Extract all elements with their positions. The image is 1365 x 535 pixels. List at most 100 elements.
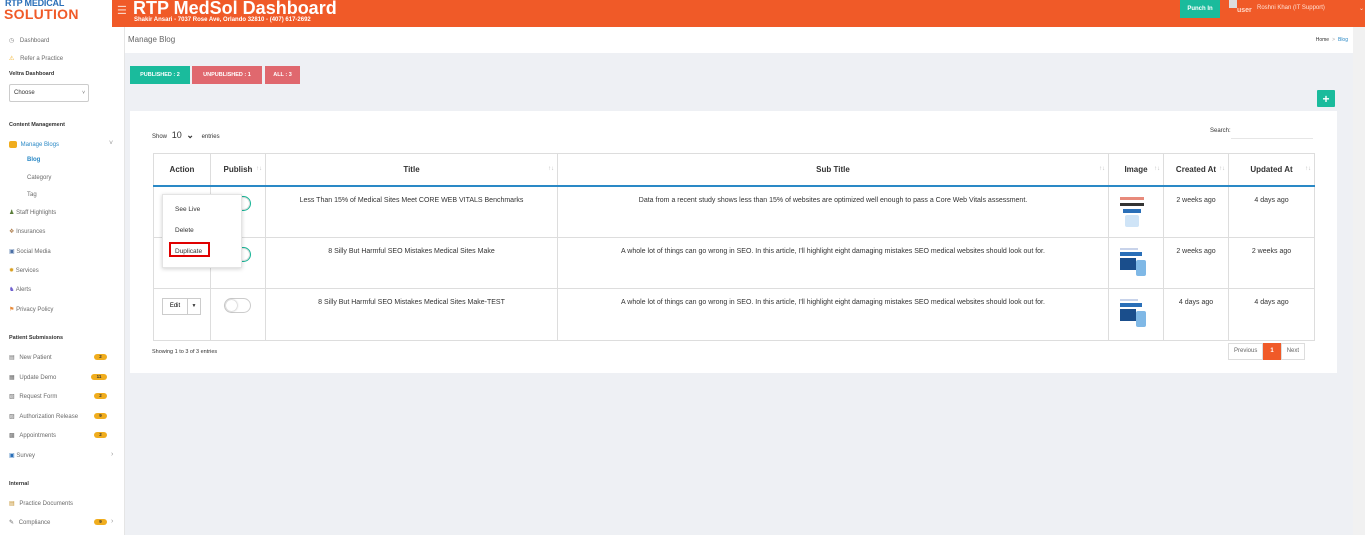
filter-unpublished-button[interactable]: UNPUBLISHED : 1 bbox=[192, 66, 262, 84]
column-header-subtitle[interactable]: Sub Title ↑↓ bbox=[557, 153, 1109, 187]
filter-published-button[interactable]: PUBLISHED : 2 bbox=[130, 66, 190, 84]
request-form-badge: 2 bbox=[94, 393, 107, 399]
image-cell bbox=[1108, 185, 1164, 238]
sidebar-heading-patient: Patient Submissions bbox=[9, 335, 64, 341]
publish-toggle[interactable] bbox=[224, 298, 251, 313]
sidebar-item-label: Compliance bbox=[18, 520, 51, 526]
blog-thumbnail[interactable] bbox=[1116, 246, 1148, 280]
sidebar-item-auth-release[interactable]: ▨ Authorization Release bbox=[9, 413, 78, 420]
staff-icon: ♟ bbox=[9, 210, 15, 216]
sidebar-item-tag[interactable]: Tag bbox=[27, 192, 37, 198]
social-media-icon: ▣ bbox=[9, 249, 15, 255]
sidebar-item-label: Practice Documents bbox=[19, 501, 74, 507]
blog-title: 8 Silly But Harmful SEO Mistakes Medical… bbox=[318, 299, 505, 306]
toggle-knob bbox=[226, 300, 237, 311]
compliance-badge: 9 bbox=[94, 519, 107, 525]
subtitle-cell: A whole lot of things can go wrong in SE… bbox=[557, 237, 1109, 289]
sidebar-item-compliance[interactable]: ✎ Compliance bbox=[9, 519, 50, 526]
breadcrumb-home[interactable]: Home bbox=[1316, 37, 1329, 43]
column-header-created[interactable]: Created At ↑↓ bbox=[1163, 153, 1229, 187]
document-icon: ▨ bbox=[9, 414, 15, 420]
column-header-action: Action bbox=[153, 153, 211, 187]
alert-icon: ♞ bbox=[9, 287, 15, 293]
page-scrollbar[interactable] bbox=[1353, 27, 1365, 535]
pagination-next[interactable]: Next bbox=[1280, 343, 1306, 360]
sidebar-item-label: Privacy Policy bbox=[16, 307, 54, 313]
caret-down-icon[interactable]: ▼ bbox=[188, 298, 201, 315]
sidebar-item-label: Request Form bbox=[19, 394, 58, 400]
sidebar-item-new-patient[interactable]: ▤ New Patient bbox=[9, 354, 52, 361]
sidebar-item-survey[interactable]: ▣ Survey bbox=[9, 452, 35, 459]
image-cell bbox=[1108, 237, 1164, 289]
column-header-publish[interactable]: Publish ↑↓ bbox=[210, 153, 266, 187]
column-header-title[interactable]: Title ↑↓ bbox=[265, 153, 558, 187]
blog-thumbnail[interactable] bbox=[1116, 194, 1148, 229]
blog-thumbnail[interactable] bbox=[1116, 297, 1148, 331]
sidebar-item-manage-blogs[interactable]: Manage Blogs bbox=[9, 141, 59, 148]
updated-at: 4 days ago bbox=[1254, 299, 1289, 306]
sidebar-item-blog[interactable]: Blog bbox=[27, 157, 40, 163]
updated-cell: 4 days ago bbox=[1228, 288, 1315, 341]
top-header: RTP MEDICAL SOLUTION ☰ RTP MedSol Dashbo… bbox=[0, 0, 1365, 27]
pen-icon: ✎ bbox=[9, 520, 15, 526]
sidebar-item-dashboard[interactable]: ◷ Dashboard bbox=[9, 37, 49, 44]
chevron-down-icon[interactable]: ⌄ bbox=[186, 130, 194, 140]
sort-icon: ↑↓ bbox=[256, 166, 262, 172]
blog-icon bbox=[9, 141, 17, 148]
edit-button[interactable]: Edit bbox=[162, 298, 188, 315]
sidebar-item-update-demo[interactable]: ▦ Update Demo bbox=[9, 374, 56, 381]
hamburger-menu-icon[interactable]: ☰ bbox=[117, 4, 127, 17]
sidebar-item-staff[interactable]: ♟ Staff Highlights bbox=[9, 209, 56, 216]
sidebar-item-services[interactable]: ✹ Services bbox=[9, 267, 39, 274]
column-header-updated[interactable]: Updated At ↑↓ bbox=[1228, 153, 1315, 187]
created-cell: 2 weeks ago bbox=[1163, 237, 1229, 289]
title-cell: 8 Silly But Harmful SEO Mistakes Medical… bbox=[265, 288, 558, 341]
search-input[interactable] bbox=[1231, 138, 1313, 139]
new-patient-badge: 2 bbox=[94, 354, 107, 360]
sidebar-item-category[interactable]: Category bbox=[27, 175, 51, 181]
sidebar-heading-content: Content Management bbox=[9, 122, 65, 128]
form-icon: ▧ bbox=[9, 394, 15, 400]
sidebar-item-label: New Patient bbox=[19, 355, 52, 361]
chevron-down-icon[interactable]: ˅ bbox=[109, 140, 113, 147]
sidebar-item-refer[interactable]: ⚠ Refer a Practice bbox=[9, 55, 63, 62]
menu-item-delete[interactable]: Delete bbox=[175, 227, 194, 234]
punch-in-button[interactable]: Punch In bbox=[1180, 0, 1220, 18]
sidebar-item-practice-docs[interactable]: ▤ Practice Documents bbox=[9, 500, 73, 507]
sidebar-item-social[interactable]: ▣ Social Media bbox=[9, 248, 51, 255]
entries-label: entries bbox=[201, 134, 220, 140]
sidebar-item-label: Manage Blogs bbox=[20, 142, 60, 149]
column-label: Image bbox=[1124, 164, 1148, 174]
page-length-select[interactable]: 10 bbox=[172, 130, 182, 140]
breadcrumb-separator: > bbox=[1332, 37, 1335, 43]
chevron-right-icon[interactable]: › bbox=[111, 518, 113, 525]
sidebar-item-label: Survey bbox=[16, 453, 36, 459]
sidebar-item-insurances[interactable]: ❖ Insurances bbox=[9, 228, 45, 235]
user-avatar-icon bbox=[1229, 0, 1237, 8]
column-header-image[interactable]: Image ↑↓ bbox=[1108, 153, 1164, 187]
app-subtitle: Shakir Ansari - 7037 Rose Ave, Orlando 3… bbox=[134, 17, 311, 23]
sort-icon: ↑↓ bbox=[1154, 166, 1160, 172]
sidebar-item-request-form[interactable]: ▧ Request Form bbox=[9, 393, 57, 400]
veltra-choose-select[interactable]: Choose ˅ bbox=[9, 84, 89, 102]
menu-item-see-live[interactable]: See Live bbox=[175, 206, 200, 213]
sidebar-item-label: Refer a Practice bbox=[20, 56, 64, 62]
pagination-previous[interactable]: Previous bbox=[1228, 343, 1264, 360]
calendar-icon: ▦ bbox=[9, 375, 15, 381]
add-blog-button[interactable]: + bbox=[1317, 90, 1335, 107]
created-cell: 2 weeks ago bbox=[1163, 185, 1229, 238]
sort-icon: ↑↓ bbox=[1305, 166, 1311, 172]
sidebar-item-appointments[interactable]: ▩ Appointments bbox=[9, 432, 56, 439]
filter-all-button[interactable]: ALL : 3 bbox=[265, 66, 300, 84]
sidebar-item-label: Authorization Release bbox=[19, 414, 79, 420]
chevron-right-icon[interactable]: › bbox=[111, 451, 113, 458]
sidebar-item-privacy[interactable]: ⚑ Privacy Policy bbox=[9, 306, 53, 313]
blog-subtitle: A whole lot of things can go wrong in SE… bbox=[621, 299, 1045, 306]
logo-line-2: SOLUTION bbox=[4, 6, 79, 22]
sidebar-item-alerts[interactable]: ♞ Alerts bbox=[9, 286, 31, 293]
survey-icon: ▣ bbox=[9, 453, 15, 459]
sidebar-item-label: Appointments bbox=[19, 433, 57, 439]
pagination-page-1[interactable]: 1 bbox=[1263, 343, 1281, 360]
pagination: Previous 1 Next bbox=[1228, 343, 1306, 360]
logo[interactable]: RTP MEDICAL SOLUTION bbox=[0, 0, 112, 27]
